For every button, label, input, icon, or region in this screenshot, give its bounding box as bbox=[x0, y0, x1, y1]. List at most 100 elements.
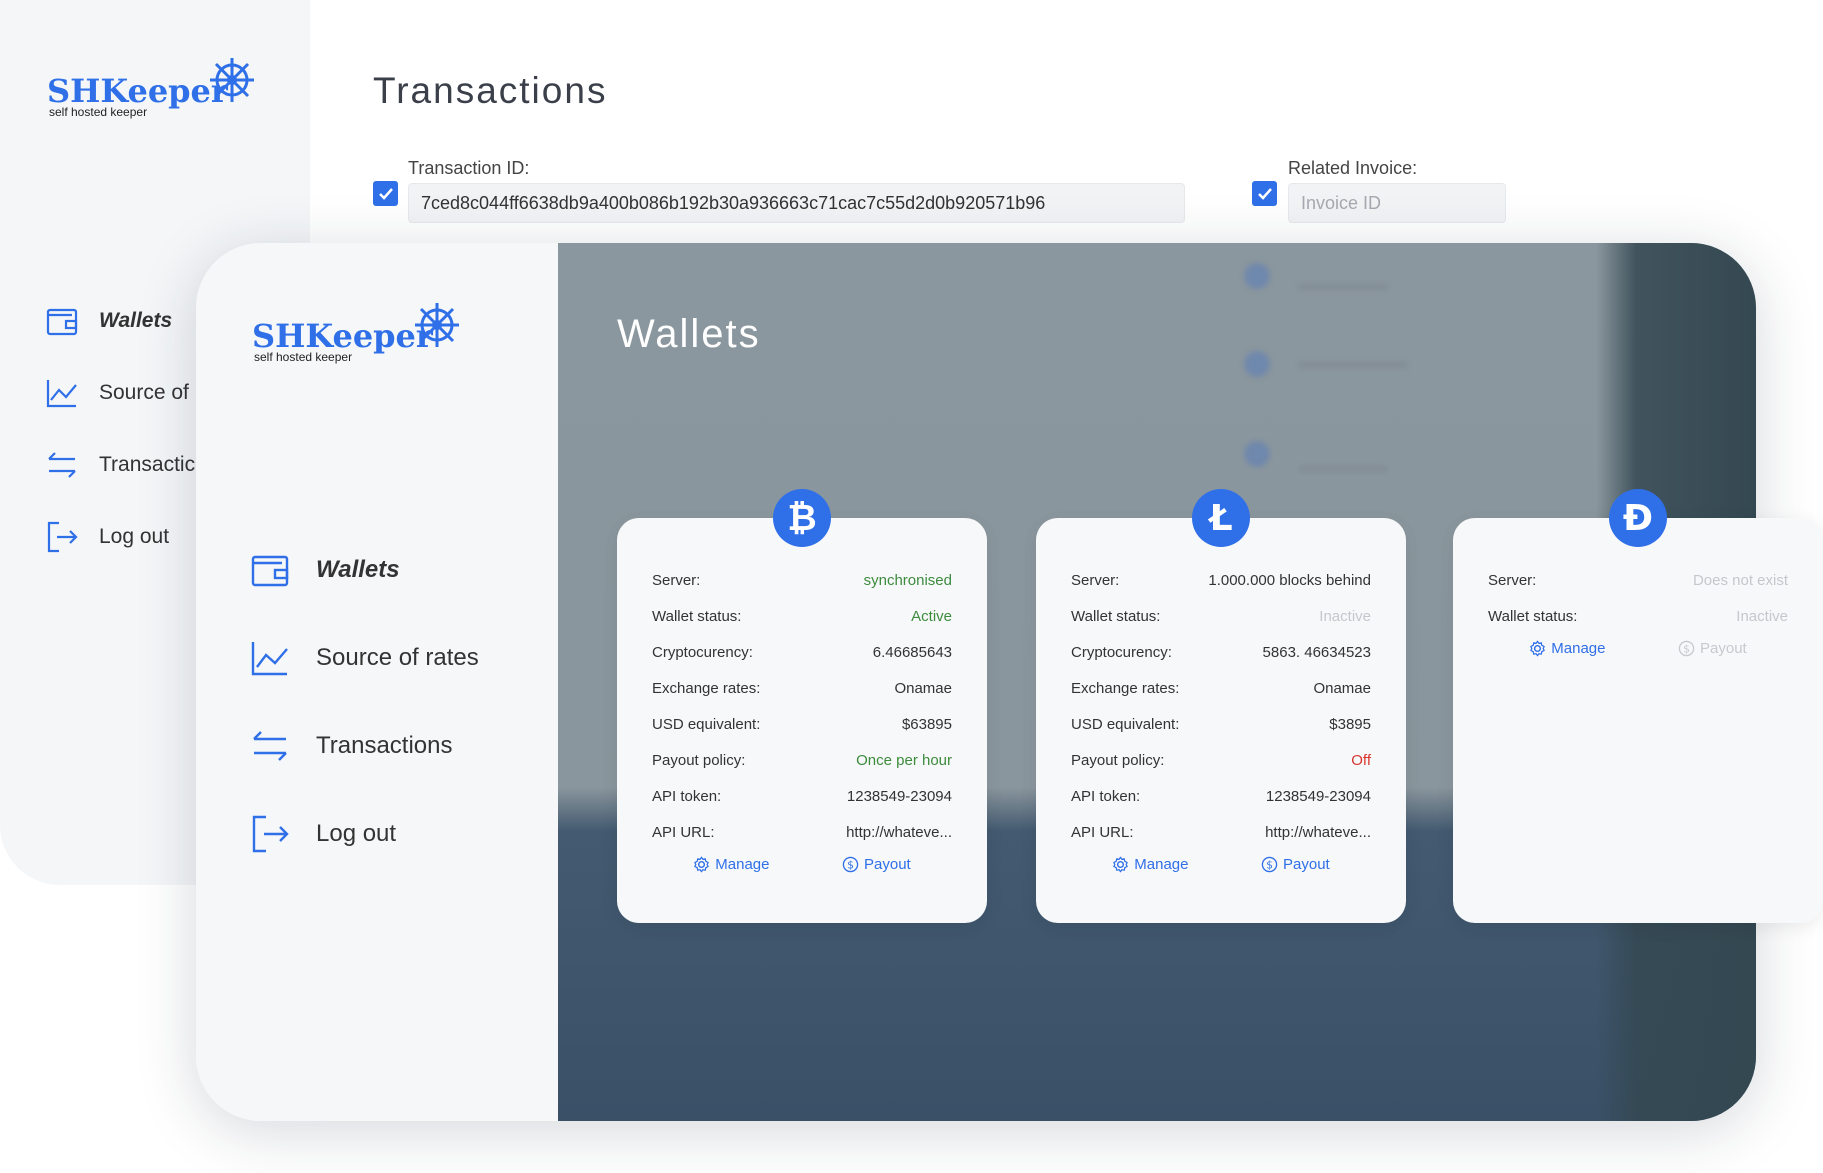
row-value: Onamae bbox=[894, 679, 952, 697]
shkeeper-logo-icon: SHKeeper self hosted keeper bbox=[252, 303, 459, 364]
related-invoice-checkbox[interactable] bbox=[1252, 181, 1277, 206]
manage-button[interactable]: Manage bbox=[1529, 640, 1605, 657]
sidebar-item-label: Log out bbox=[316, 820, 397, 847]
transaction-id-input[interactable]: 7ced8c044ff6638db9a400b086b192b30a936663… bbox=[408, 183, 1185, 223]
wallet-row: Wallet status: Active bbox=[652, 598, 952, 634]
sidebar-item-logout[interactable]: Log out bbox=[250, 790, 479, 878]
wallet-details: Server: Does not exist Wallet status: Inac… bbox=[1488, 562, 1788, 634]
wallet-actions: Manage $ Payout bbox=[1453, 640, 1823, 657]
blurred-backdrop-dot bbox=[1244, 441, 1270, 467]
sidebar-item-source-of-rates[interactable]: Source of rates bbox=[250, 614, 479, 702]
wallet-icon bbox=[251, 555, 289, 587]
sidebar-item-transactions[interactable]: Transactions bbox=[250, 702, 479, 790]
row-label: Cryptocurency: bbox=[1071, 643, 1172, 661]
back-nav-wallets-label: Wallets bbox=[99, 309, 173, 332]
dollar-coin-icon: $ bbox=[1678, 640, 1695, 657]
logout-icon bbox=[47, 521, 78, 553]
blurred-backdrop-dot bbox=[1244, 351, 1270, 377]
row-label: Payout policy: bbox=[652, 751, 746, 769]
row-value: synchronised bbox=[863, 571, 952, 589]
row-label: Wallet status: bbox=[1488, 607, 1578, 625]
wallet-row: Cryptocurency: 5863. 46634523 bbox=[1071, 634, 1371, 670]
logo[interactable]: SHKeeper self hosted keeper bbox=[252, 303, 462, 378]
gear-icon bbox=[1113, 856, 1129, 873]
chart-line-icon bbox=[46, 380, 77, 408]
sidebar-item-label: Source of rates bbox=[316, 644, 479, 671]
wallet-actions: Manage $ Payout bbox=[617, 856, 987, 873]
invoice-id-input[interactable]: Invoice ID bbox=[1288, 183, 1506, 223]
row-label: API token: bbox=[652, 787, 722, 805]
transaction-id-checkbox[interactable] bbox=[373, 181, 398, 206]
payout-label: Payout bbox=[1283, 856, 1330, 873]
sidebar-item-label: Wallets bbox=[316, 556, 400, 583]
row-value: Off bbox=[1351, 751, 1371, 769]
wallet-row: USD equivalent: $63895 bbox=[652, 706, 952, 742]
row-value: Inactive bbox=[1736, 607, 1788, 625]
row-value: 1238549-23094 bbox=[846, 787, 952, 805]
manage-button[interactable]: Manage bbox=[693, 856, 769, 873]
row-label: API URL: bbox=[652, 823, 715, 841]
wallet-row: Exchange rates: Onamae bbox=[652, 670, 952, 706]
logout-icon bbox=[252, 815, 289, 853]
arrows-swap-icon bbox=[48, 452, 76, 478]
wallet-card-litecoin: Ł Server: 1.000.000 blocks behind Wallet … bbox=[1036, 489, 1406, 923]
blurred-backdrop-bar bbox=[1298, 361, 1408, 369]
row-value: 1238549-23094 bbox=[1265, 787, 1371, 805]
wallet-actions: Manage $ Payout bbox=[1036, 856, 1406, 873]
wallet-details: Server: synchronised Wallet status: Active… bbox=[652, 562, 952, 850]
row-value: Onamae bbox=[1313, 679, 1371, 697]
wallet-row: Payout policy: Once per hour bbox=[652, 742, 952, 778]
back-logo[interactable]: SHKeeper self hosted keeper bbox=[47, 58, 257, 133]
svg-text:$: $ bbox=[1266, 859, 1273, 871]
gear-icon bbox=[1530, 640, 1546, 657]
svg-text:$: $ bbox=[847, 859, 854, 871]
manage-label: Manage bbox=[1134, 856, 1189, 873]
wallet-row: Wallet status: Inactive bbox=[1488, 598, 1788, 634]
dollar-coin-icon: $ bbox=[842, 856, 859, 873]
wallet-row: API token: 1238549-23094 bbox=[652, 778, 952, 814]
wallet-row: API URL: http://whateve... bbox=[1071, 814, 1371, 850]
payout-button[interactable]: $ Payout bbox=[842, 856, 911, 873]
manage-button[interactable]: Manage bbox=[1112, 856, 1188, 873]
wallet-card-dogecoin: Đ Server: Does not exist Wallet status: In… bbox=[1453, 489, 1823, 923]
row-label: Wallet status: bbox=[652, 607, 742, 625]
svg-text:$: $ bbox=[1683, 643, 1690, 655]
blurred-backdrop-bar bbox=[1298, 465, 1388, 473]
row-label: Server: bbox=[1071, 571, 1120, 589]
row-value: Does not exist bbox=[1692, 571, 1788, 589]
wallet-icon bbox=[46, 308, 78, 336]
check-icon bbox=[1257, 187, 1272, 200]
litecoin-icon: Ł bbox=[1192, 489, 1250, 547]
wallets-title: Wallets bbox=[617, 312, 761, 356]
row-label: USD equivalent: bbox=[1071, 715, 1180, 733]
row-value: http://whateve... bbox=[846, 823, 952, 841]
wallet-row: Cryptocurency: 6.46685643 bbox=[652, 634, 952, 670]
wallet-details: Server: 1.000.000 blocks behind Wallet st… bbox=[1071, 562, 1371, 850]
row-label: Server: bbox=[652, 571, 701, 589]
sidebar-item-wallets[interactable]: Wallets bbox=[250, 526, 479, 614]
screenshot-stage: SHKeeper self hosted keeper Wallets Sour… bbox=[0, 0, 1823, 1173]
back-nav-logout-label: Log out bbox=[99, 525, 170, 548]
row-value: $63895 bbox=[901, 715, 952, 733]
blurred-backdrop-dot bbox=[1244, 263, 1270, 289]
row-value: 1.000.000 blocks behind bbox=[1208, 571, 1371, 589]
manage-label: Manage bbox=[1551, 640, 1606, 657]
row-label: USD equivalent: bbox=[652, 715, 761, 733]
row-value: http://whateve... bbox=[1265, 823, 1371, 841]
check-icon bbox=[378, 187, 393, 200]
sidebar-nav: Wallets Source of rates Transactions Log… bbox=[250, 526, 479, 878]
row-label: Exchange rates: bbox=[1071, 679, 1180, 697]
row-value: 6.46685643 bbox=[872, 643, 952, 661]
wallet-row: Server: synchronised bbox=[652, 562, 952, 598]
payout-button[interactable]: $ Payout bbox=[1261, 856, 1330, 873]
transaction-id-label: Transaction ID: bbox=[408, 158, 530, 178]
gear-icon bbox=[694, 856, 710, 873]
wallet-row: Wallet status: Inactive bbox=[1071, 598, 1371, 634]
row-label: API URL: bbox=[1071, 823, 1134, 841]
wallet-row: API token: 1238549-23094 bbox=[1071, 778, 1371, 814]
shkeeper-logo-icon: SHKeeper self hosted keeper bbox=[47, 58, 254, 119]
related-invoice-label: Related Invoice: bbox=[1288, 158, 1418, 178]
row-label: Cryptocurency: bbox=[652, 643, 753, 661]
svg-text:self hosted keeper: self hosted keeper bbox=[254, 350, 352, 364]
wallet-row: Exchange rates: Onamae bbox=[1071, 670, 1371, 706]
